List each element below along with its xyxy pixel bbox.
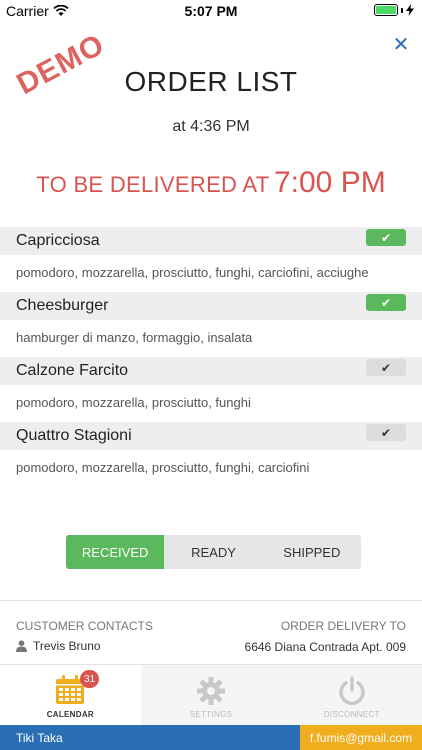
check-icon: ✔ <box>380 425 392 440</box>
item-name: Capricciosa <box>16 232 100 249</box>
power-icon <box>338 676 365 705</box>
check-icon: ✔ <box>380 295 392 310</box>
status-bar: Carrier 5:07 PM <box>0 0 422 22</box>
tab-settings-label: SETTINGS <box>189 710 233 719</box>
gear-icon <box>197 677 225 705</box>
close-icon[interactable]: ✕ <box>390 34 412 56</box>
customer-name: Trevis Bruno <box>33 639 101 653</box>
delivery-label: TO BE DELIVERED AT <box>36 172 270 197</box>
item-header: Cheesburger ✔ <box>0 292 422 320</box>
item-header: Quattro Stagioni ✔ <box>0 422 422 450</box>
item-header: Capricciosa ✔ <box>0 227 422 255</box>
segment-shipped[interactable]: SHIPPED <box>263 535 361 569</box>
user-icon <box>16 640 27 652</box>
order-status-segmented-control: RECEIVED READY SHIPPED <box>66 535 361 569</box>
item-description: hamburger di manzo, formaggio, insalata <box>16 330 253 345</box>
item-check-button[interactable]: ✔ <box>366 359 406 376</box>
calendar-badge: 31 <box>80 670 100 688</box>
tab-calendar[interactable]: 31 CALENDAR <box>0 665 141 725</box>
item-description: pomodoro, mozzarella, prosciutto, funghi… <box>16 265 369 280</box>
charging-icon <box>406 4 414 16</box>
check-icon: ✔ <box>380 230 392 245</box>
item-description: pomodoro, mozzarella, prosciutto, funghi <box>16 395 251 410</box>
tab-disconnect[interactable]: DISCONNECT <box>281 665 422 725</box>
list-item: Capricciosa ✔ pomodoro, mozzarella, pros… <box>0 227 422 292</box>
item-check-button[interactable]: ✔ <box>366 424 406 441</box>
customer-contacts-label: CUSTOMER CONTACTS <box>16 619 153 633</box>
segment-received[interactable]: RECEIVED <box>66 535 165 569</box>
item-name: Calzone Farcito <box>16 362 129 379</box>
list-item: Calzone Farcito ✔ pomodoro, mozzarella, … <box>0 357 422 422</box>
item-name: Cheesburger <box>16 297 109 314</box>
status-time: 5:07 PM <box>184 3 238 19</box>
divider <box>0 600 422 601</box>
list-item: Cheesburger ✔ hamburger di manzo, formag… <box>0 292 422 357</box>
tab-bar: 31 CALENDAR SETTINGS DISCONNECT <box>0 664 422 725</box>
item-check-button[interactable]: ✔ <box>366 229 406 246</box>
order-items-list: Capricciosa ✔ pomodoro, mozzarella, pros… <box>0 227 422 487</box>
delivery-time-banner: TO BE DELIVERED AT 7:00 PM <box>0 166 422 200</box>
page-title: ORDER LIST <box>124 66 298 97</box>
order-delivery-label: ORDER DELIVERY TO <box>280 619 406 633</box>
item-description: pomodoro, mozzarella, prosciutto, funghi… <box>16 460 310 475</box>
user-email: f.fumis@gmail.com <box>300 725 422 750</box>
footer-bar: Tiki Taka f.fumis@gmail.com <box>0 725 422 750</box>
delivery-time: 7:00 PM <box>273 166 386 199</box>
customer-contact: Trevis Bruno <box>16 639 101 653</box>
delivery-address: 6646 Diana Contrada Apt. 009 <box>244 640 406 654</box>
item-header: Calzone Farcito ✔ <box>0 357 422 385</box>
tab-settings[interactable]: SETTINGS <box>140 665 282 725</box>
tab-calendar-label: CALENDAR <box>46 710 94 719</box>
list-item: Quattro Stagioni ✔ pomodoro, mozzarella,… <box>0 422 422 487</box>
app-name: Tiki Taka <box>0 725 300 750</box>
order-time: at 4:36 PM <box>172 118 250 135</box>
item-check-button[interactable]: ✔ <box>366 294 406 311</box>
segment-ready[interactable]: READY <box>164 535 262 569</box>
tab-disconnect-label: DISCONNECT <box>323 710 380 719</box>
item-name: Quattro Stagioni <box>16 427 132 444</box>
battery-icon <box>374 4 414 16</box>
check-icon: ✔ <box>380 360 392 375</box>
